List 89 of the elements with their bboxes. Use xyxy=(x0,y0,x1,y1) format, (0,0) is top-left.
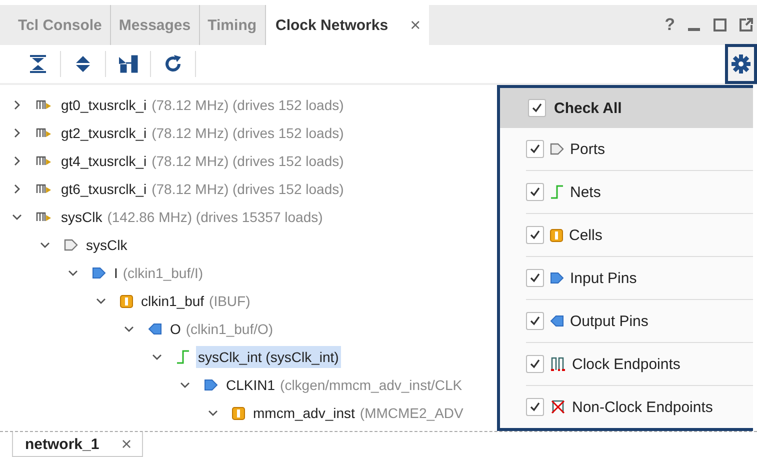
checkbox[interactable] xyxy=(526,312,544,330)
clock-source-icon xyxy=(36,127,53,139)
float-window-icon[interactable] xyxy=(739,18,753,32)
chevron-down-icon[interactable] xyxy=(152,352,162,362)
tree-node-detail: (clkgen/mmcm_adv_inst/CLK xyxy=(280,377,462,393)
network-tab[interactable]: network_1 × xyxy=(12,432,143,457)
cell-icon xyxy=(550,228,563,242)
tree-node-detail: (142.86 MHz) (drives 15357 loads) xyxy=(107,209,323,225)
chevron-down-icon[interactable] xyxy=(180,380,190,390)
output-pin-icon xyxy=(550,315,564,327)
checkmark-icon xyxy=(529,143,541,155)
checkmark-icon xyxy=(529,229,541,241)
input-pin-icon xyxy=(204,379,218,391)
checkbox[interactable] xyxy=(526,398,544,416)
chevron-down-icon[interactable] xyxy=(40,240,50,250)
net-icon xyxy=(550,185,564,199)
tree-node-detail: (78.12 MHz) (drives 152 loads) xyxy=(152,181,344,197)
chevron-right-icon[interactable] xyxy=(12,100,22,110)
panel-tab[interactable]: Clock Networks × xyxy=(266,5,429,45)
chevron-down-icon[interactable] xyxy=(96,296,106,306)
tree-node-label[interactable]: clkin1_buf xyxy=(139,290,206,312)
clock-endpoint-icon xyxy=(550,356,566,372)
filter-option-label[interactable]: Non-Clock Endpoints xyxy=(572,398,713,416)
tree-node-detail: (78.12 MHz) (drives 152 loads) xyxy=(152,153,344,169)
output-pin-icon xyxy=(148,323,162,335)
cell-icon xyxy=(232,406,245,420)
tree-node-detail: (78.12 MHz) (drives 152 loads) xyxy=(152,125,344,141)
checkmark-icon xyxy=(529,186,541,198)
tree-node-label[interactable]: mmcm_adv_inst xyxy=(251,402,357,424)
port-icon xyxy=(550,143,564,155)
checkmark-icon xyxy=(529,315,541,327)
clock-source-icon xyxy=(36,211,53,223)
tree-node-label[interactable]: gt4_txusrclk_i xyxy=(59,150,149,172)
tree-node-label[interactable]: gt2_txusrclk_i xyxy=(59,122,149,144)
checkbox[interactable] xyxy=(526,140,544,158)
filter-option-label[interactable]: Clock Endpoints xyxy=(572,356,680,372)
filter-option-label[interactable]: Nets xyxy=(570,184,601,200)
settings-button[interactable] xyxy=(725,44,757,84)
checkmark-icon xyxy=(529,401,541,413)
tree-node-detail: (IBUF) xyxy=(209,293,250,309)
tree-node-label[interactable]: I xyxy=(112,262,120,284)
help-button[interactable]: ? xyxy=(664,15,675,35)
checkmark-icon xyxy=(531,102,543,114)
filter-option-label[interactable]: Input Pins xyxy=(570,270,637,286)
net-icon xyxy=(176,350,190,364)
tree-node-detail: (clkin1_buf/I) xyxy=(122,265,204,281)
checkbox[interactable] xyxy=(526,226,544,244)
tree-node-detail: (MMCME2_ADV xyxy=(360,405,464,421)
close-tab-button[interactable]: × xyxy=(410,14,421,36)
tree-node-label[interactable]: CLKIN1 xyxy=(224,374,278,396)
tree-node-detail: (clkin1_buf/O) xyxy=(186,321,274,337)
checkbox[interactable] xyxy=(526,269,544,287)
chevron-right-icon[interactable] xyxy=(12,156,22,166)
tree-node-label[interactable]: gt0_txusrclk_i xyxy=(59,94,149,116)
checkbox[interactable] xyxy=(526,355,544,373)
collapse-all-icon[interactable] xyxy=(28,54,48,74)
gear-icon xyxy=(731,54,751,74)
chevron-right-icon[interactable] xyxy=(12,184,22,194)
tree-node-label[interactable]: O xyxy=(168,318,183,340)
check-all-label[interactable]: Check All xyxy=(554,100,622,116)
checkmark-icon xyxy=(529,272,541,284)
chevron-down-icon[interactable] xyxy=(124,324,134,334)
tree-node-label[interactable]: sysClk xyxy=(84,234,130,256)
chevron-down-icon[interactable] xyxy=(68,268,78,278)
expand-selection-icon[interactable] xyxy=(118,54,138,74)
clock-source-icon xyxy=(36,155,53,167)
clock-source-icon xyxy=(36,183,53,195)
checkbox[interactable] xyxy=(528,99,546,117)
chevron-right-icon[interactable] xyxy=(12,128,22,138)
checkbox[interactable] xyxy=(526,183,544,201)
filter-option-label[interactable]: Cells xyxy=(569,226,602,244)
checkmark-icon xyxy=(529,358,541,370)
filter-option-label[interactable]: Ports xyxy=(570,140,606,158)
non-clock-endpoint-icon xyxy=(550,399,566,415)
clock-source-icon xyxy=(36,99,53,111)
input-pin-icon xyxy=(550,272,564,284)
tree-node-label[interactable]: gt6_txusrclk_i xyxy=(59,178,149,200)
input-pin-icon xyxy=(92,267,106,279)
maximize-icon[interactable] xyxy=(713,18,727,32)
refresh-icon[interactable] xyxy=(163,54,183,74)
tree-node-detail: (78.12 MHz) (drives 152 loads) xyxy=(152,97,344,113)
chevron-down-icon[interactable] xyxy=(208,408,218,418)
tree-node-label[interactable]: sysClk xyxy=(59,206,104,228)
close-tab-button[interactable]: × xyxy=(121,434,132,454)
chevron-down-icon[interactable] xyxy=(12,212,22,222)
filter-option-label[interactable]: Output Pins xyxy=(570,312,648,330)
port-icon xyxy=(64,239,78,251)
cell-icon xyxy=(120,294,133,308)
tree-node-label[interactable]: sysClk_int (sysClk_int) xyxy=(196,346,341,368)
